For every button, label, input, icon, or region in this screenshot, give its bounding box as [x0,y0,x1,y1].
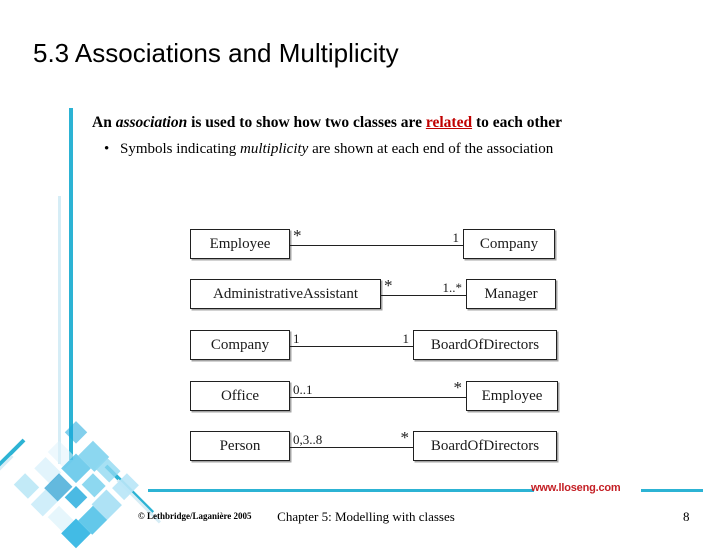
uml-multiplicity-label: * [400,428,410,447]
uml-class-box: Company [463,229,555,259]
mosaic-decoration-icon [11,420,141,551]
uml-class-box: AdministrativeAssistant [190,279,381,309]
bullet-list: Symbols indicating multiplicity are show… [92,139,667,160]
uml-class-box: BoardOfDirectors [413,330,557,360]
footer-page-number: 8 [683,509,690,524]
uml-multiplicity-label: 1..* [442,280,463,295]
footer-rule-right [641,489,703,492]
mosaic-tile [13,473,40,499]
footer-copyright: © Lethbridge/Laganière 2005 [138,511,252,521]
list-item: Symbols indicating multiplicity are show… [92,139,667,160]
uml-association-line [290,447,413,449]
uml-multiplicity-label: * [453,378,463,397]
bullet-prefix: Symbols indicating [120,141,240,157]
uml-multiplicity-label: 1 [402,331,410,346]
lead-prefix: An [92,114,116,131]
footer-chapter-label: Chapter 5: Modelling with classes [277,509,455,524]
uml-multiplicity-label: 1 [293,331,300,346]
uml-association-line [290,397,466,399]
uml-class-box: BoardOfDirectors [413,431,557,461]
uml-association-line [381,295,466,297]
uml-class-box: Office [190,381,290,411]
uml-association-line [290,346,413,348]
uml-association-row: AdministrativeAssistant Manager * 1..* [0,276,720,313]
bullet-term-multiplicity: multiplicity [240,141,309,157]
lead-paragraph: An association is used to show how two c… [92,112,667,133]
uml-multiplicity-label: * [293,226,302,245]
uml-association-line [290,245,463,247]
lead-middle: is used to show how two classes are [187,114,426,131]
footer-url-link[interactable]: www.lloseng.com [531,482,621,494]
uml-class-box: Employee [190,229,290,259]
footer-rule-left [148,489,534,492]
lead-highlight-related: related [425,114,473,131]
uml-multiplicity-label: 1 [452,230,460,245]
lead-term-association: association [115,114,188,131]
uml-class-box: Company [190,330,290,360]
lead-suffix: to each other [472,114,563,131]
page-title: 5.3 Associations and Multiplicity [33,38,399,68]
uml-association-row: Office Employee 0..1 * [0,378,720,415]
bullet-suffix: are shown at each end of the association [308,141,554,157]
uml-class-box: Person [190,431,290,461]
uml-multiplicity-label: 0..1 [293,382,313,397]
uml-association-row: Employee Company * 1 [0,226,720,263]
accent-line-secondary [58,196,61,464]
uml-class-box: Manager [466,279,556,309]
accent-line-primary [69,108,73,460]
uml-multiplicity-label: 0,3..8 [293,432,323,447]
uml-association-row: Company BoardOfDirectors 1 1 [0,330,720,364]
slide-body: An association is used to show how two c… [92,112,667,160]
uml-class-box: Employee [466,381,558,411]
uml-multiplicity-label: * [384,276,393,295]
